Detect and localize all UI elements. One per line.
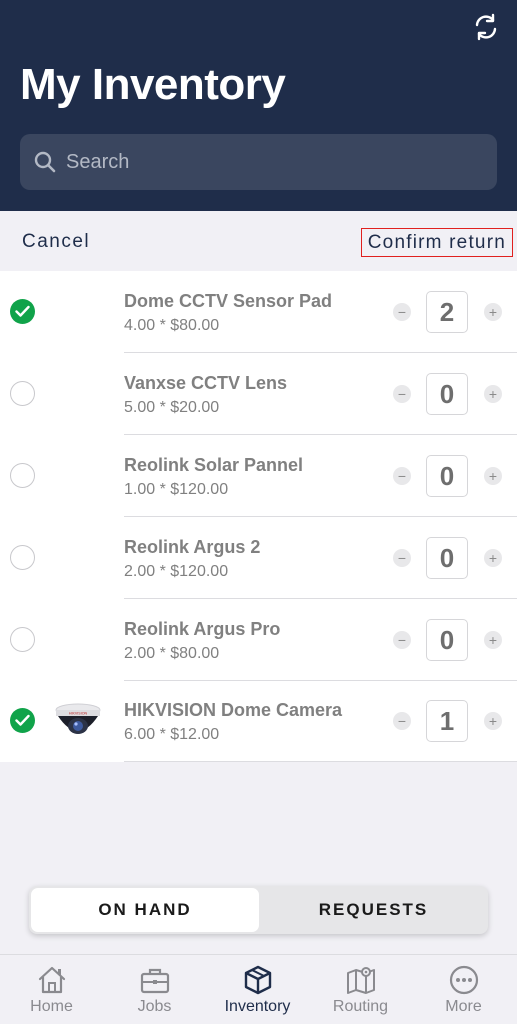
page-title: My Inventory [20, 60, 286, 109]
item-detail: 5.00 * $20.00 [124, 399, 220, 416]
list-item[interactable]: HIKVISION HIKVISION Dome Camera 6.00 * $… [0, 680, 517, 762]
item-name: Reolink Argus 2 [124, 537, 261, 557]
checkbox-unchecked[interactable] [10, 545, 35, 570]
tab-label: Inventory [224, 998, 291, 1015]
tab-inventory[interactable]: Inventory [206, 955, 309, 1024]
quantity-field[interactable]: 2 [426, 291, 468, 333]
quantity-field[interactable]: 1 [426, 700, 468, 742]
search-bar[interactable] [20, 134, 497, 190]
decrement-button[interactable]: − [393, 549, 411, 567]
app-header: My Inventory [0, 0, 517, 211]
tab-requests[interactable]: REQUESTS [259, 886, 488, 934]
action-bar: Cancel Confirm return [0, 211, 517, 271]
quantity-field[interactable]: 0 [426, 373, 468, 415]
quantity-field[interactable]: 0 [426, 537, 468, 579]
divider [124, 761, 517, 762]
tab-label: Jobs [137, 998, 172, 1015]
item-name: Vanxse CCTV Lens [124, 373, 288, 393]
item-name: Dome CCTV Sensor Pad [124, 291, 333, 311]
checkbox-unchecked[interactable] [10, 627, 35, 652]
list-item[interactable]: Dome CCTV Sensor Pad 4.00 * $80.00 − 2 + [0, 271, 517, 353]
tab-label: Home [30, 998, 73, 1015]
item-name: Reolink Argus Pro [124, 619, 281, 639]
decrement-button[interactable]: − [393, 385, 411, 403]
tab-jobs[interactable]: Jobs [103, 955, 206, 1024]
decrement-button[interactable]: − [393, 467, 411, 485]
confirm-return-button[interactable]: Confirm return [360, 228, 513, 257]
quantity-field[interactable]: 0 [426, 619, 468, 661]
increment-button[interactable]: + [484, 303, 502, 321]
tab-more[interactable]: More [412, 955, 515, 1024]
tab-routing[interactable]: Routing [309, 955, 412, 1024]
inventory-segmented-control: ON HAND REQUESTS [29, 886, 488, 934]
tab-home[interactable]: Home [0, 955, 103, 1024]
item-name: Reolink Solar Pannel [124, 455, 304, 475]
increment-button[interactable]: + [484, 712, 502, 730]
search-icon [34, 151, 56, 173]
item-name: HIKVISION Dome Camera [124, 700, 343, 720]
item-detail: 2.00 * $80.00 [124, 645, 220, 662]
checkmark-icon [15, 714, 30, 726]
item-detail: 4.00 * $80.00 [124, 317, 220, 334]
decrement-button[interactable]: − [393, 712, 411, 730]
checkmark-icon [15, 305, 30, 317]
checkbox-checked[interactable] [10, 708, 35, 733]
map-icon [347, 967, 375, 994]
refresh-icon [475, 13, 497, 41]
decrement-button[interactable]: − [393, 631, 411, 649]
increment-button[interactable]: + [484, 631, 502, 649]
cancel-button[interactable]: Cancel [22, 231, 90, 253]
more-icon [449, 965, 479, 995]
checkbox-unchecked[interactable] [10, 381, 35, 406]
item-detail: 6.00 * $12.00 [124, 726, 220, 743]
tab-on-hand[interactable]: ON HAND [31, 888, 259, 932]
tab-label: More [445, 998, 482, 1015]
home-icon [38, 966, 66, 994]
dome-camera-thumbnail: HIKVISION [55, 703, 101, 734]
item-detail: 1.00 * $120.00 [124, 481, 229, 498]
list-item[interactable]: Vanxse CCTV Lens 5.00 * $20.00 − 0 + [0, 353, 517, 435]
checkbox-unchecked[interactable] [10, 463, 35, 488]
refresh-button[interactable] [471, 12, 501, 42]
list-item[interactable]: Reolink Solar Pannel 1.00 * $120.00 − 0 … [0, 435, 517, 517]
search-input[interactable] [66, 134, 486, 190]
briefcase-icon [140, 968, 170, 994]
list-item[interactable]: Reolink Argus Pro 2.00 * $80.00 − 0 + [0, 599, 517, 681]
quantity-field[interactable]: 0 [426, 455, 468, 497]
inventory-list: Dome CCTV Sensor Pad 4.00 * $80.00 − 2 +… [0, 271, 517, 762]
decrement-button[interactable]: − [393, 303, 411, 321]
increment-button[interactable]: + [484, 385, 502, 403]
list-item[interactable]: Reolink Argus 2 2.00 * $120.00 − 0 + [0, 517, 517, 599]
item-detail: 2.00 * $120.00 [124, 563, 229, 580]
checkbox-checked[interactable] [10, 299, 35, 324]
box-icon [244, 965, 272, 995]
svg-text:HIKVISION: HIKVISION [69, 712, 88, 716]
increment-button[interactable]: + [484, 549, 502, 567]
increment-button[interactable]: + [484, 467, 502, 485]
tab-label: Routing [332, 998, 389, 1015]
bottom-tab-bar: Home Jobs Inventory Routing More [0, 954, 517, 1024]
